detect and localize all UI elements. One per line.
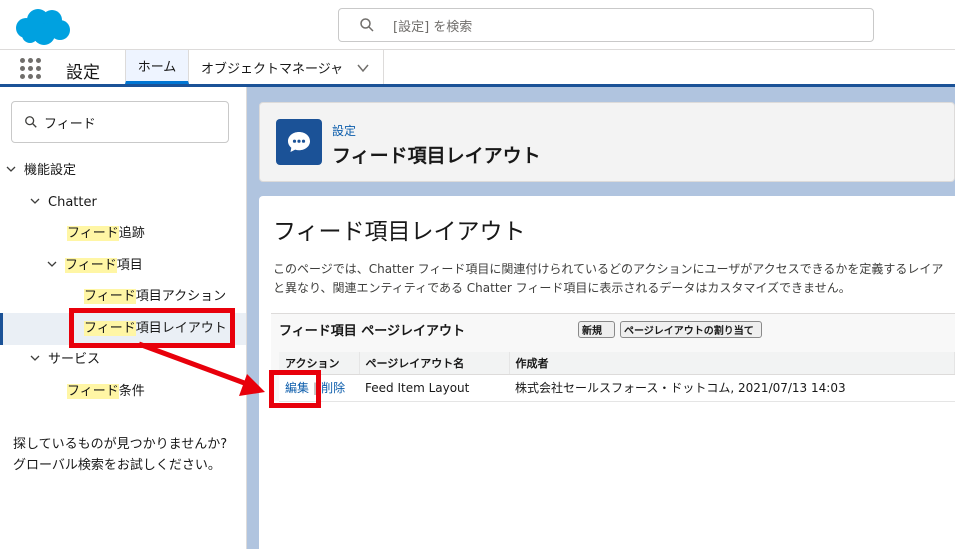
related-list-title: フィード項目 ページレイアウト <box>279 324 466 339</box>
page-layout-assignment-button[interactable]: ページレイアウトの割り当て <box>620 321 762 338</box>
search-highlight: フィード <box>84 289 136 304</box>
feed-icon <box>276 119 322 165</box>
chevron-down-icon[interactable] <box>357 62 369 74</box>
tab-home[interactable]: ホーム <box>125 50 189 84</box>
description-line: このページでは、Chatter フィード項目に関連付けられているどのアクションに… <box>273 262 944 276</box>
not-found-hint: 探しているものが見つかりませんか? グローバル検索をお試しください。 <box>13 434 227 476</box>
salesforce-logo-icon[interactable] <box>12 6 72 46</box>
tree-item-feature-settings[interactable]: 機能設定 <box>6 160 76 182</box>
tree-item-feed-conditions[interactable]: フィード条件 <box>67 381 145 403</box>
column-header-layout-name[interactable]: ページレイアウト名 <box>359 352 510 375</box>
global-search-box[interactable]: [設定] を検索 <box>338 8 874 42</box>
page-title: フィード項目レイアウト <box>332 145 541 167</box>
new-button[interactable]: 新規 <box>578 321 615 338</box>
table-row: 編集 | 削除 Feed Item Layout 株式会社セールスフォース・ドットコ… <box>279 374 955 402</box>
tree-item-label: 項目アクション <box>135 289 227 304</box>
app-name: 設定 <box>66 63 100 83</box>
chevron-down-icon <box>30 355 40 361</box>
tree-item-feed-item-actions[interactable]: フィード項目アクション <box>84 286 226 308</box>
chevron-down-icon <box>6 166 16 172</box>
breadcrumb[interactable]: 設定 <box>332 122 356 139</box>
not-found-line: グローバル検索をお試しください。 <box>13 458 221 473</box>
annotation-arrow-icon <box>138 341 265 396</box>
tab-object-manager-label: オブジェクトマネージャ <box>201 61 344 77</box>
tree-item-feed-item[interactable]: フィード項目 <box>47 255 143 277</box>
tree-item-label: サービス <box>48 352 101 367</box>
tab-object-manager[interactable]: オブジェクトマネージャ <box>190 50 384 84</box>
tree-item-service[interactable]: サービス <box>30 349 100 371</box>
table-header-row: アクション ページレイアウト名 作成者 <box>279 352 955 375</box>
content-card: フィード項目レイアウト このページでは、Chatter フィード項目に関連付けら… <box>259 196 955 549</box>
page-layout-table: アクション ページレイアウト名 作成者 編集 | 削除 Feed Item Layo… <box>279 352 955 402</box>
chevron-down-icon <box>47 261 57 267</box>
tree-item-label: Chatter <box>48 195 97 210</box>
chat-bubble-icon <box>288 132 310 152</box>
not-found-line: 探しているものが見つかりませんか? <box>13 437 228 452</box>
layout-name-cell[interactable]: Feed Item Layout <box>359 374 509 402</box>
related-list-page-layouts: フィード項目 ページレイアウト 新規 ページレイアウトの割り当て アクション ペ… <box>271 313 955 402</box>
tree-item-chatter[interactable]: Chatter <box>30 192 97 214</box>
created-by-cell: 株式会社セールスフォース・ドットコム, 2021/07/13 14:03 <box>509 374 955 402</box>
setup-sidebar: 機能設定 Chatter フィード追跡 フィード項目 フィード項目アクション フ… <box>0 87 247 549</box>
global-header: [設定] を検索 <box>0 0 955 50</box>
search-icon <box>25 116 37 128</box>
search-highlight: フィード <box>65 258 117 273</box>
tree-item-label: 機能設定 <box>24 163 77 178</box>
description-line: と異なり、関連エンティティである Chatter フィード項目に表示されるデータ… <box>273 281 851 295</box>
tree-item-label: 追跡 <box>118 226 145 241</box>
tree-item-label: 項目 <box>116 258 143 273</box>
delete-link[interactable]: 削除 <box>321 381 345 395</box>
app-navigation-bar: 設定 ホーム オブジェクトマネージャ <box>0 50 955 87</box>
quick-find-box[interactable] <box>11 101 229 143</box>
page-description: このページでは、Chatter フィード項目に関連付けられているどのアクションに… <box>273 260 943 298</box>
tree-item-feed-tracking[interactable]: フィード追跡 <box>67 223 145 245</box>
search-highlight: フィード <box>67 226 119 241</box>
section-title: フィード項目レイアウト <box>273 219 526 245</box>
column-header-created-by[interactable]: 作成者 <box>509 352 955 375</box>
app-launcher-icon[interactable] <box>20 58 42 80</box>
chevron-down-icon <box>30 198 40 204</box>
search-icon <box>360 18 374 32</box>
search-highlight: フィード <box>67 384 119 399</box>
quick-find-input[interactable] <box>44 114 204 130</box>
search-placeholder: [設定] を検索 <box>393 19 473 35</box>
page-header: 設定 フィード項目レイアウト <box>259 102 955 182</box>
